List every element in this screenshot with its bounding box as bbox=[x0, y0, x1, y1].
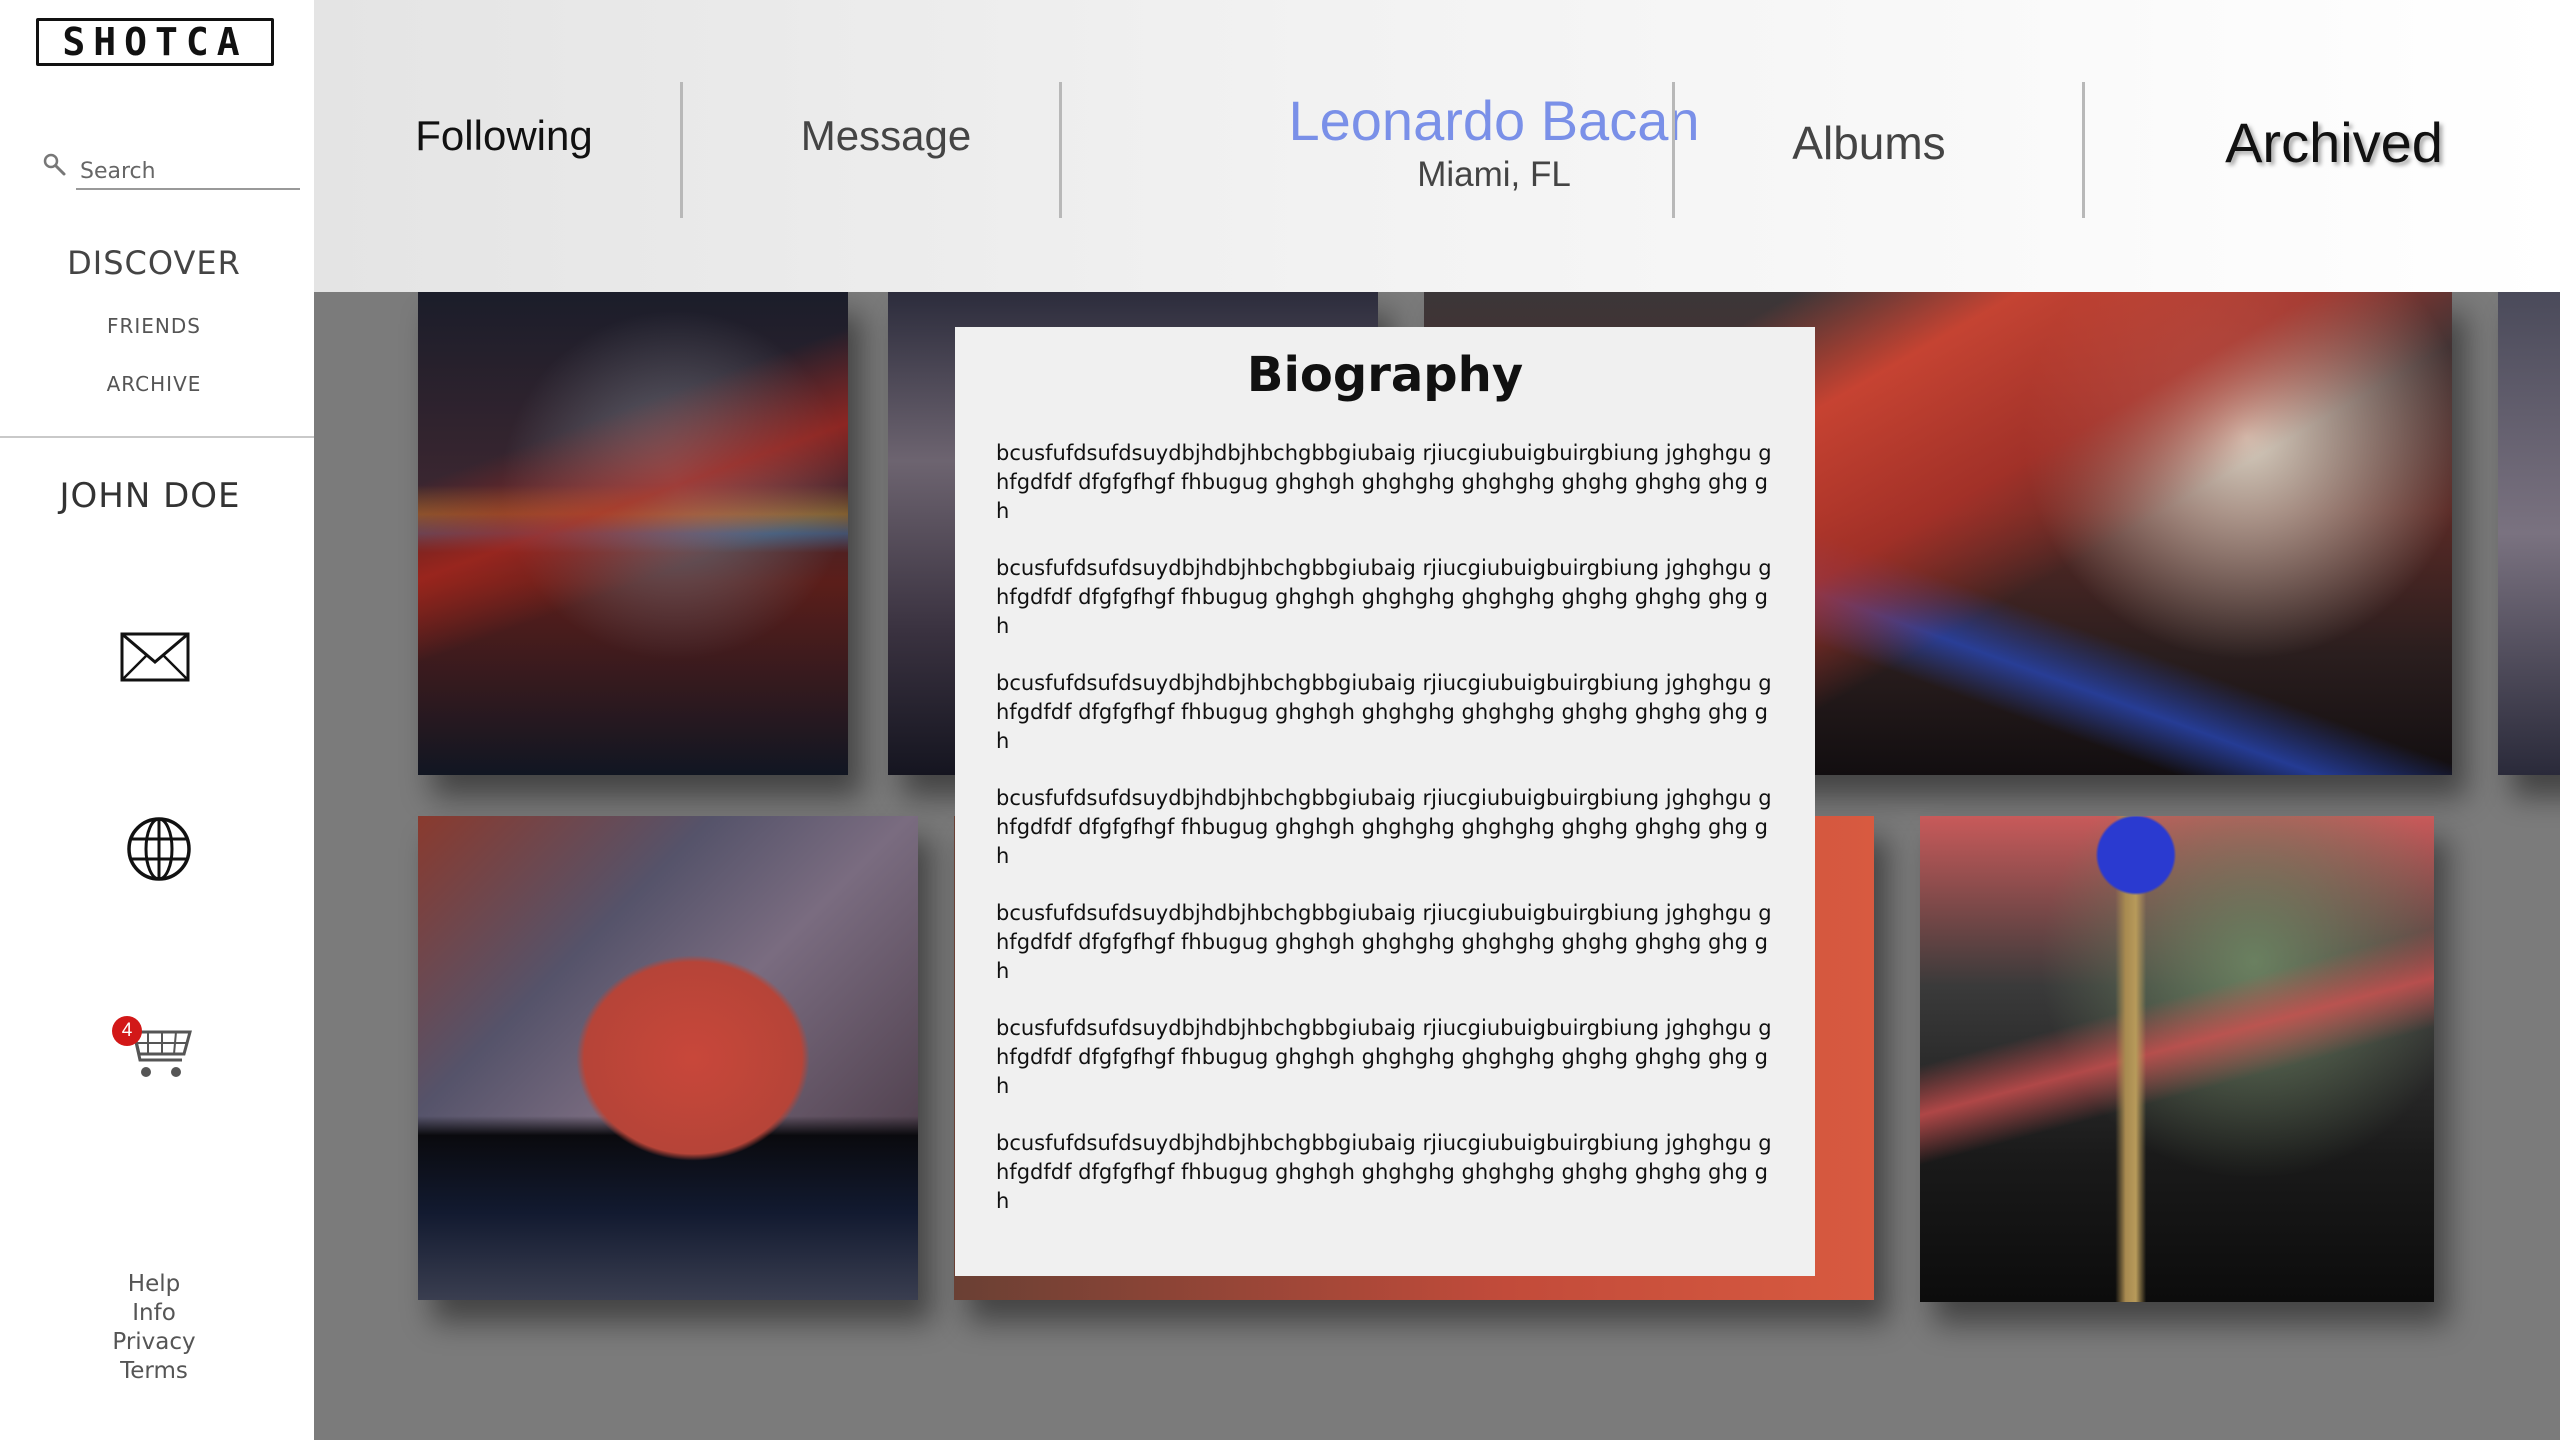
tab-archived[interactable]: Archived bbox=[2104, 110, 2560, 175]
artwork-thumbnail[interactable] bbox=[2498, 292, 2560, 775]
biography-paragraph: bcusfufdsufdsuydbjhdbjhbchgbbgiubaig rji… bbox=[996, 671, 1772, 753]
tab-message[interactable]: Message bbox=[696, 112, 1076, 160]
biography-paragraph: bcusfufdsufdsuydbjhdbjhbchgbbgiubaig rji… bbox=[996, 901, 1772, 983]
mail-icon[interactable] bbox=[120, 632, 190, 682]
search-input[interactable] bbox=[76, 154, 300, 190]
info-link[interactable]: Info bbox=[0, 1299, 308, 1328]
user-name[interactable]: JOHN DOE bbox=[0, 476, 300, 516]
cart-button[interactable]: 4 bbox=[110, 1010, 196, 1084]
nav-friends[interactable]: FRIENDS bbox=[0, 314, 308, 338]
terms-link[interactable]: Terms bbox=[0, 1357, 308, 1386]
artwork-thumbnail[interactable] bbox=[418, 292, 848, 775]
tab-divider bbox=[680, 82, 683, 218]
biography-title: Biography bbox=[1246, 347, 1524, 403]
globe-icon[interactable] bbox=[126, 816, 192, 882]
help-link[interactable]: Help bbox=[0, 1270, 308, 1299]
privacy-link[interactable]: Privacy bbox=[0, 1328, 308, 1357]
biography-panel: Biography bcusfufdsufdsuydbjhdbjhbchgbbg… bbox=[955, 327, 1815, 1276]
tab-following[interactable]: Following bbox=[314, 112, 694, 160]
footer-links: Help Info Privacy Terms bbox=[0, 1270, 308, 1386]
search-icon bbox=[43, 153, 66, 176]
artwork-thumbnail[interactable] bbox=[418, 816, 918, 1300]
tab-albums[interactable]: Albums bbox=[1674, 116, 2064, 170]
app-logo[interactable]: SHOTCA bbox=[36, 18, 274, 66]
tab-divider bbox=[2082, 82, 2085, 218]
biography-paragraph: bcusfufdsufdsuydbjhdbjhbchgbbgiubaig rji… bbox=[996, 786, 1772, 868]
nav-archive[interactable]: ARCHIVE bbox=[0, 372, 308, 396]
sidebar-divider bbox=[0, 436, 314, 438]
biography-body: bcusfufdsufdsuydbjhdbjhbchgbbgiubaig rji… bbox=[996, 439, 1781, 1244]
profile-header: Following Message Leonardo Bacan Miami, … bbox=[314, 0, 2560, 292]
logo-text: SHOTCA bbox=[62, 20, 248, 64]
biography-paragraph: bcusfufdsufdsuydbjhdbjhbchgbbgiubaig rji… bbox=[996, 556, 1772, 638]
biography-paragraph: bcusfufdsufdsuydbjhdbjhbchgbbgiubaig rji… bbox=[996, 441, 1772, 523]
artwork-thumbnail[interactable] bbox=[1920, 816, 2434, 1302]
tab-divider bbox=[1059, 82, 1062, 218]
cart-count-badge: 4 bbox=[112, 1016, 142, 1046]
nav-discover[interactable]: DISCOVER bbox=[0, 244, 308, 282]
search-box bbox=[42, 148, 300, 192]
biography-paragraph: bcusfufdsufdsuydbjhdbjhbchgbbgiubaig rji… bbox=[996, 1131, 1772, 1213]
biography-paragraph: bcusfufdsufdsuydbjhdbjhbchgbbgiubaig rji… bbox=[996, 1016, 1772, 1098]
sidebar: SHOTCA DISCOVER FRIENDS ARCHIVE JOHN DOE bbox=[0, 0, 314, 1440]
